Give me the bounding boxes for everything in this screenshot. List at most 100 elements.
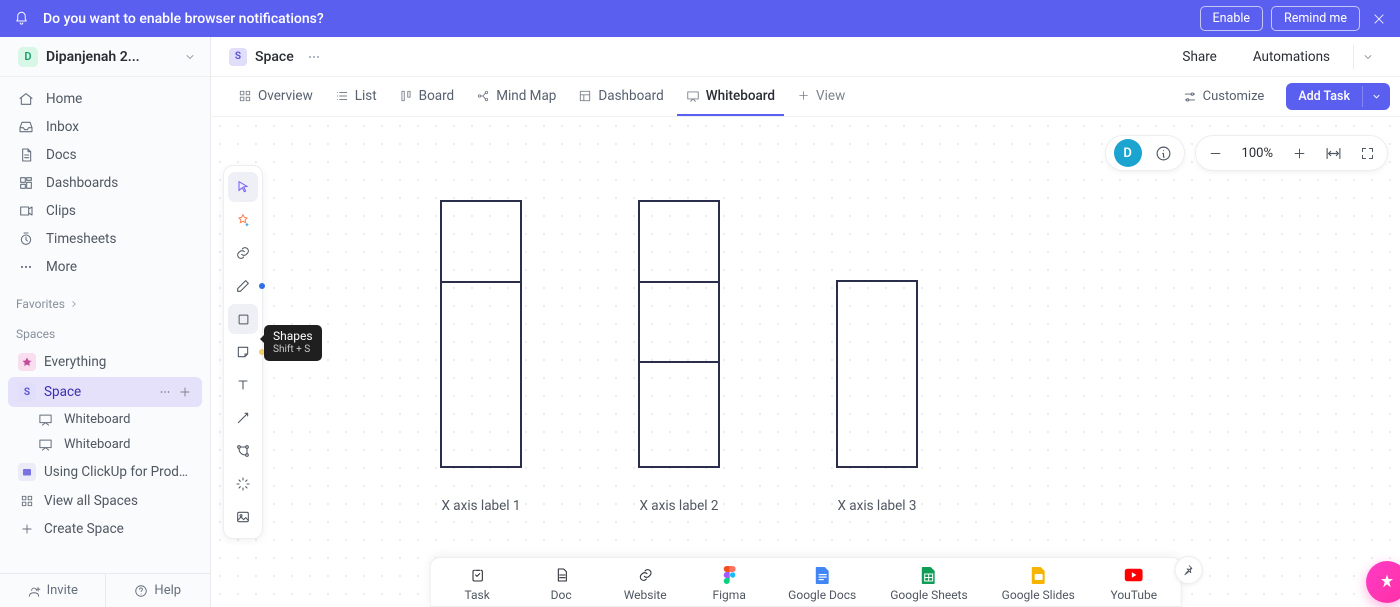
tooltip-title: Shapes <box>273 330 313 344</box>
whiteboard-icon <box>38 412 54 427</box>
tool-magic[interactable] <box>228 469 258 499</box>
home-icon <box>18 91 34 107</box>
breadcrumb-space[interactable]: S Space <box>229 48 294 66</box>
embed-youtube[interactable]: YouTube <box>1109 566 1159 602</box>
space-label: Space <box>44 384 150 400</box>
notification-text: Do you want to enable browser notificati… <box>43 11 1192 27</box>
tool-ai[interactable] <box>228 205 258 235</box>
nav-more[interactable]: More <box>8 253 202 281</box>
figma-icon <box>720 566 738 584</box>
whiteboard-canvas[interactable]: Shapes Shift + S D 100% X axis label 1 <box>211 117 1400 607</box>
sidebar-item-space[interactable]: S Space <box>8 377 202 407</box>
space-icon: S <box>229 48 247 66</box>
plus-icon[interactable] <box>178 385 192 399</box>
user-avatar[interactable]: D <box>1114 139 1142 167</box>
tab-add-view[interactable]: View <box>788 77 854 116</box>
dots-icon[interactable] <box>158 385 172 399</box>
embed-google-docs[interactable]: Google Docs <box>788 566 856 602</box>
help-button[interactable]: Help <box>105 574 211 607</box>
website-icon <box>636 566 654 584</box>
tab-dashboard[interactable]: Dashboard <box>569 77 672 116</box>
nav-clips[interactable]: Clips <box>8 197 202 225</box>
sidebar-item-productivity[interactable]: Using ClickUp for Productivity <box>8 457 202 487</box>
info-icon[interactable] <box>1152 141 1176 165</box>
chart-bar-divider <box>638 281 720 283</box>
workspace-name: Dipanjenah 2... <box>46 49 176 65</box>
tool-connector[interactable] <box>228 403 258 433</box>
tool-sticky[interactable] <box>228 337 258 367</box>
task-icon <box>468 566 486 584</box>
nav-docs[interactable]: Docs <box>8 141 202 169</box>
chevron-down-icon[interactable] <box>1362 86 1390 107</box>
remind-me-button[interactable]: Remind me <box>1271 6 1360 31</box>
child-label: Whiteboard <box>64 412 192 427</box>
tab-whiteboard[interactable]: Whiteboard <box>677 77 784 116</box>
embed-website[interactable]: Website <box>620 566 670 602</box>
invite-button[interactable]: Invite <box>0 574 105 607</box>
tab-board[interactable]: Board <box>390 77 464 116</box>
customize-button[interactable]: Customize <box>1173 77 1275 116</box>
embed-tray: Task Doc Website Figma Google Docs Googl… <box>429 557 1182 607</box>
nav-label: Docs <box>46 147 77 163</box>
space-icon: S <box>18 383 36 401</box>
close-icon[interactable] <box>1372 12 1386 26</box>
automations-button[interactable]: Automations <box>1240 43 1343 71</box>
nav-inbox[interactable]: Inbox <box>8 113 202 141</box>
zoom-in-icon[interactable] <box>1287 141 1311 165</box>
folder-icon <box>18 463 36 481</box>
space-label: Everything <box>44 354 192 370</box>
grid-icon <box>18 494 36 508</box>
list-icon <box>335 89 349 103</box>
enable-button[interactable]: Enable <box>1200 6 1264 31</box>
sidebar-item-create-space[interactable]: Create Space <box>8 515 202 543</box>
embed-figma[interactable]: Figma <box>704 566 754 602</box>
sidebar-item-whiteboard-2[interactable]: Whiteboard <box>8 432 202 457</box>
more-icon <box>18 259 34 275</box>
nav-timesheets[interactable]: Timesheets <box>8 225 202 253</box>
space-label: Using ClickUp for Productivity <box>44 464 192 480</box>
gsheets-icon <box>920 566 938 584</box>
sidebar-item-everything[interactable]: Everything <box>8 347 202 377</box>
tab-overview[interactable]: Overview <box>229 77 322 116</box>
tool-image[interactable] <box>228 502 258 532</box>
zoom-level: 100% <box>1238 146 1277 161</box>
quick-action-fab[interactable] <box>1366 561 1400 603</box>
dots-icon[interactable] <box>306 49 322 65</box>
embed-task[interactable]: Task <box>452 566 502 602</box>
tab-mindmap[interactable]: Mind Map <box>467 77 565 116</box>
sidebar-item-view-all[interactable]: View all Spaces <box>8 487 202 515</box>
chart-bar[interactable] <box>638 200 720 468</box>
add-task-button[interactable]: Add Task <box>1286 83 1390 110</box>
nav-dashboards[interactable]: Dashboards <box>8 169 202 197</box>
workspace-switcher[interactable]: D Dipanjenah 2... <box>0 37 210 77</box>
fit-width-icon[interactable] <box>1321 141 1345 165</box>
child-label: Whiteboard <box>64 437 192 452</box>
tool-pen[interactable] <box>228 271 258 301</box>
embed-google-slides[interactable]: Google Slides <box>1002 566 1075 602</box>
pin-icon[interactable] <box>1175 556 1203 584</box>
sidebar-item-whiteboard-1[interactable]: Whiteboard <box>8 407 202 432</box>
tool-shapes[interactable] <box>228 304 258 334</box>
fullscreen-icon[interactable] <box>1355 141 1379 165</box>
nav-label: Inbox <box>46 119 79 135</box>
whiteboard-toolbar <box>223 165 263 539</box>
embed-doc[interactable]: Doc <box>536 566 586 602</box>
favorites-section[interactable]: Favorites <box>0 287 210 317</box>
zoom-out-icon[interactable] <box>1204 141 1228 165</box>
tool-diagram[interactable] <box>228 436 258 466</box>
tabs-row: Overview List Board Mind Map Dashboard W… <box>211 77 1400 117</box>
tab-list[interactable]: List <box>326 77 386 116</box>
nav-home[interactable]: Home <box>8 85 202 113</box>
tool-select[interactable] <box>228 172 258 202</box>
nav-label: More <box>46 259 77 275</box>
tool-text[interactable] <box>228 370 258 400</box>
doc-icon <box>552 566 570 584</box>
timesheets-icon <box>18 231 34 247</box>
chart-bar[interactable] <box>836 280 918 468</box>
chevron-down-icon[interactable] <box>1353 45 1382 69</box>
share-button[interactable]: Share <box>1169 43 1229 71</box>
tool-link[interactable] <box>228 238 258 268</box>
sidebar-footer: Invite Help <box>0 573 210 607</box>
embed-google-sheets[interactable]: Google Sheets <box>890 566 967 602</box>
chart-bar[interactable] <box>440 200 522 468</box>
